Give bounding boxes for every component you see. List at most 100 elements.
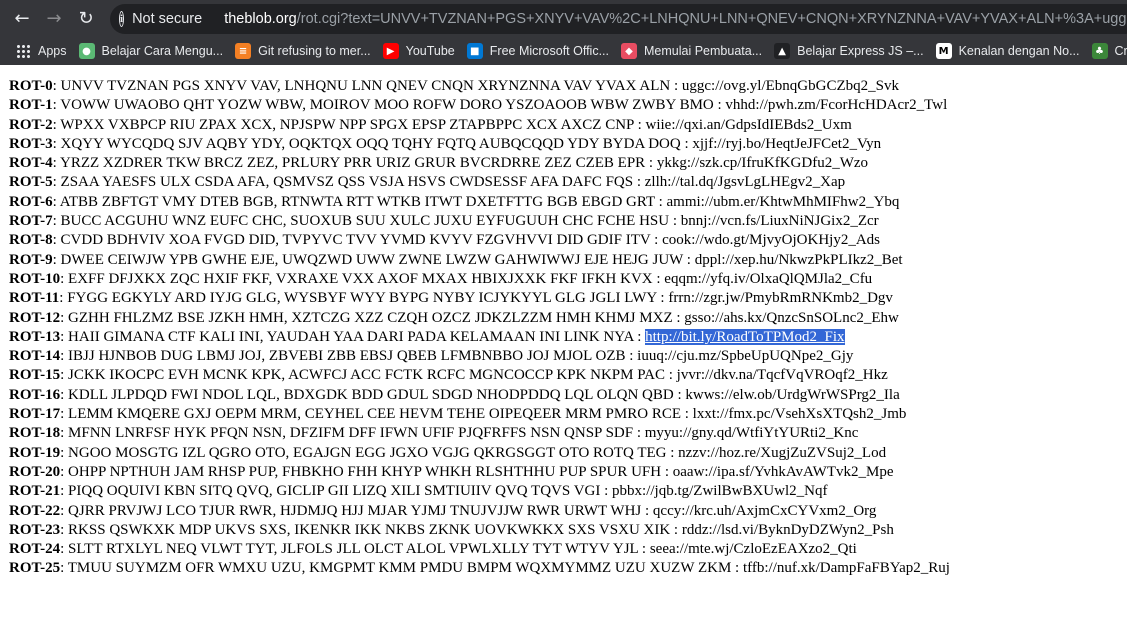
rot-label: ROT-11 xyxy=(9,290,60,307)
page-content: ROT-0: UNVV TVZNAN PGS XNYV VAV, LNHQNU … xyxy=(9,77,1127,579)
rot-label: ROT-10 xyxy=(9,270,61,287)
stackoverflow-icon: ≡ xyxy=(235,43,252,59)
rot-text: : BUCC ACGUHU WNZ EUFC CHC, SUOXUB SUU X… xyxy=(52,213,879,230)
back-arrow-icon[interactable]: ← xyxy=(6,3,38,35)
bookmark-label: YouTube xyxy=(405,44,455,58)
bookmark-label: Kenalan dengan No... xyxy=(958,44,1080,58)
rot-text: : SLTT RTXLYL NEQ VLWT TYT, JLFOLS JLL O… xyxy=(60,541,857,558)
rot-text: : XQYY WYCQDQ SJV AQBY YDY, OQKTQX OQQ T… xyxy=(52,135,882,152)
rot-text: : MFNN LNRFSF HYK PFQN NSN, DFZIFM DFF I… xyxy=(60,425,859,442)
rot-line: ROT-3: XQYY WYCQDQ SJV AQBY YDY, OQKTQX … xyxy=(9,135,1127,154)
rot-line: ROT-16: KDLL JLPDQD FWI NDOL LQL, BDXGDK… xyxy=(9,386,1127,405)
rot-label: ROT-4 xyxy=(9,155,53,172)
url-host[interactable]: theblob.org xyxy=(224,11,297,27)
rot-text: : FYGG EGKYLY ARD IYJG GLG, WYSBYF WYY B… xyxy=(59,290,893,307)
colorful-logo-icon: ◆ xyxy=(621,43,638,59)
rot-line: ROT-18: MFNN LNRFSF HYK PFQN NSN, DFZIFM… xyxy=(9,424,1127,443)
rot-label: ROT-3 xyxy=(9,135,53,152)
bookmark-item[interactable]: Apps xyxy=(10,37,73,65)
rot-label: ROT-6 xyxy=(9,193,53,210)
rot-text: : ZSAA YAESFS ULX CSDA AFA, QSMVSZ QSS V… xyxy=(52,174,846,191)
rot-line: ROT-11: FYGG EGKYLY ARD IYJG GLG, WYSBYF… xyxy=(9,289,1127,308)
rot-label: ROT-19 xyxy=(9,444,61,461)
rot-text: : VOWW UWAOBO QHT YOZW WBW, MOIROV MOO R… xyxy=(52,97,948,114)
rot-line: ROT-15: JCKK IKOCPC EVH MCNK KPK, ACWFCJ… xyxy=(9,366,1127,385)
rot-line: ROT-17: LEMM KMQERE GXJ OEPM MRM, CEYHEL… xyxy=(9,405,1127,424)
rot-line: ROT-20: OHPP NPTHUH JAM RHSP PUP, FHBKHO… xyxy=(9,463,1127,482)
rot-text: : UNVV TVZNAN PGS XNYV VAV, LNHQNU LNN Q… xyxy=(52,78,899,94)
rot-line: ROT-7: BUCC ACGUHU WNZ EUFC CHC, SUOXUB … xyxy=(9,212,1127,231)
rot-line: ROT-21: PIQQ OQUIVI KBN SITQ QVQ, GICLIP… xyxy=(9,482,1127,501)
apps-grid-icon xyxy=(16,44,30,58)
rot-text: : GZHH FHLZMZ BSE JZKH HMH, XZTCZG XZZ C… xyxy=(60,309,899,326)
rot-label: ROT-1 xyxy=(9,97,53,114)
bookmark-item[interactable]: ◆ Memulai Pembuata... xyxy=(615,37,768,65)
rot-line: ROT-25: TMUU SUYMZM OFR WMXU UZU, KMGPMT… xyxy=(9,559,1127,578)
rot-label: ROT-17 xyxy=(9,406,61,423)
rot-text: : YRZZ XZDRER TKW BRCZ ZEZ, PRLURY PRR U… xyxy=(52,155,869,172)
rot-label: ROT-18 xyxy=(9,425,61,442)
rot-label: ROT-0 xyxy=(9,78,53,94)
rot-text: : NGOO MOSGTG IZL QGRO OTO, EGAJGN EGG J… xyxy=(60,444,887,461)
rot-line: ROT-1: VOWW UWAOBO QHT YOZW WBW, MOIROV … xyxy=(9,96,1127,115)
rot-line: ROT-2: WPXX VXBPCP RIU ZPAX XCX, NPJSPW … xyxy=(9,116,1127,135)
rot-line: ROT-9: DWEE CEIWJW YPB GWHE EJE, UWQZWD … xyxy=(9,251,1127,270)
rot-text: : ATBB ZBFTGT VMY DTEB BGB, RTNWTA RTT W… xyxy=(52,193,900,210)
decoded-link[interactable]: http://bit.ly/RoadToTPMod2_Fix xyxy=(645,328,845,345)
bookmarks-bar: Apps ● Belajar Cara Mengu... ≡ Git refusing … xyxy=(0,37,1127,65)
rot-label: ROT-12 xyxy=(9,309,61,326)
security-label[interactable]: Not secure xyxy=(132,11,202,27)
bookmark-label: Free Microsoft Offic... xyxy=(489,44,610,58)
bookmark-item[interactable]: ▲ Belajar Express JS –... xyxy=(768,37,929,65)
rot-line: ROT-8: CVDD BDHVIV XOA FVGD DID, TVPYVC … xyxy=(9,231,1127,250)
address-bar[interactable]: i Not secure theblob.org /rot.cgi?text=U… xyxy=(110,4,1127,34)
rot-text: : DWEE CEIWJW YPB GWHE EJE, UWQZWD UWW Z… xyxy=(52,251,903,268)
rot-line: ROT-4: YRZZ XZDRER TKW BRCZ ZEZ, PRLURY … xyxy=(9,154,1127,173)
rot-text: : TMUU SUYMZM OFR WMXU UZU, KMGPMT KMM P… xyxy=(60,560,950,577)
rot-text: : HAII GIMANA CTF KALI INI, YAUDAH YAA D… xyxy=(60,328,646,345)
rot-label: ROT-7 xyxy=(9,213,53,230)
bookmark-item[interactable]: ■ Free Microsoft Offic... xyxy=(461,37,615,65)
bookmark-label: Git refusing to mer... xyxy=(258,44,371,58)
gamepad-icon: ● xyxy=(78,43,95,59)
rot-line: ROT-6: ATBB ZBFTGT VMY DTEB BGB, RTNWTA … xyxy=(9,193,1127,212)
bookmark-item[interactable]: ● Belajar Cara Mengu... xyxy=(73,37,230,65)
rot-label: ROT-8 xyxy=(9,232,53,249)
rot-line: ROT-14: IBJJ HJNBOB DUG LBMJ JOJ, ZBVEBI… xyxy=(9,347,1127,366)
rot-label: ROT-22 xyxy=(9,502,61,519)
rot-line: ROT-5: ZSAA YAESFS ULX CSDA AFA, QSMVSZ … xyxy=(9,173,1127,192)
reload-icon[interactable]: ↻ xyxy=(70,3,102,35)
rot-text: : EXFF DFJXKX ZQC HXIF FKF, VXRAXE VXX A… xyxy=(60,270,873,287)
bookmark-item[interactable]: M Kenalan dengan No... xyxy=(930,37,1086,65)
rot-label: ROT-5 xyxy=(9,174,53,191)
rot-line: ROT-12: GZHH FHLZMZ BSE JZKH HMH, XZTCZG… xyxy=(9,309,1127,328)
rot-label: ROT-15 xyxy=(9,367,61,384)
rot-label: ROT-24 xyxy=(9,541,61,558)
rot-label: ROT-13 xyxy=(9,328,61,345)
rot-text: : JCKK IKOCPC EVH MCNK KPK, ACWFCJ ACC F… xyxy=(60,367,888,384)
url-path[interactable]: /rot.cgi?text=UNVV+TVZNAN+PGS+XNYV+VAV%2… xyxy=(297,11,1127,27)
bookmark-item[interactable]: ♣ Cr xyxy=(1086,37,1127,65)
rot-line: ROT-19: NGOO MOSGTG IZL QGRO OTO, EGAJGN… xyxy=(9,444,1127,463)
rot-line: ROT-22: QJRR PRVJWJ LCO TJUR RWR, HJDMJQ… xyxy=(9,502,1127,521)
medium-icon: M xyxy=(935,43,952,59)
bookmark-label: Belajar Express JS –... xyxy=(797,44,924,58)
forward-arrow-icon[interactable]: → xyxy=(38,3,70,35)
rot-text: : RKSS QSWKXK MDP UKVS SXS, IKENKR IKK N… xyxy=(60,521,894,538)
info-icon[interactable]: i xyxy=(119,11,125,27)
rot-text: : IBJJ HJNBOB DUG LBMJ JOJ, ZBVEBI ZBB E… xyxy=(60,348,854,365)
leaf-icon: ♣ xyxy=(1091,43,1108,59)
rot-text: : LEMM KMQERE GXJ OEPM MRM, CEYHEL CEE H… xyxy=(60,406,907,423)
rot-line: ROT-10: EXFF DFJXKX ZQC HXIF FKF, VXRAXE… xyxy=(9,270,1127,289)
rot-text: : PIQQ OQUIVI KBN SITQ QVQ, GICLIP GII L… xyxy=(60,483,828,500)
ninja-icon: ▲ xyxy=(774,43,791,59)
rot-label: ROT-21 xyxy=(9,483,61,500)
rot-label: ROT-20 xyxy=(9,463,61,480)
rot-label: ROT-9 xyxy=(9,251,53,268)
rot-line: ROT-0: UNVV TVZNAN PGS XNYV VAV, LNHQNU … xyxy=(9,77,1127,96)
rot-label: ROT-2 xyxy=(9,116,53,133)
browser-toolbar: ← → ↻ i Not secure theblob.org /rot.cgi?… xyxy=(0,0,1127,37)
bookmark-item[interactable]: ▶ YouTube xyxy=(377,37,461,65)
bookmark-item[interactable]: ≡ Git refusing to mer... xyxy=(229,37,377,65)
rot-text: : KDLL JLPDQD FWI NDOL LQL, BDXGDK BDD G… xyxy=(60,386,900,403)
